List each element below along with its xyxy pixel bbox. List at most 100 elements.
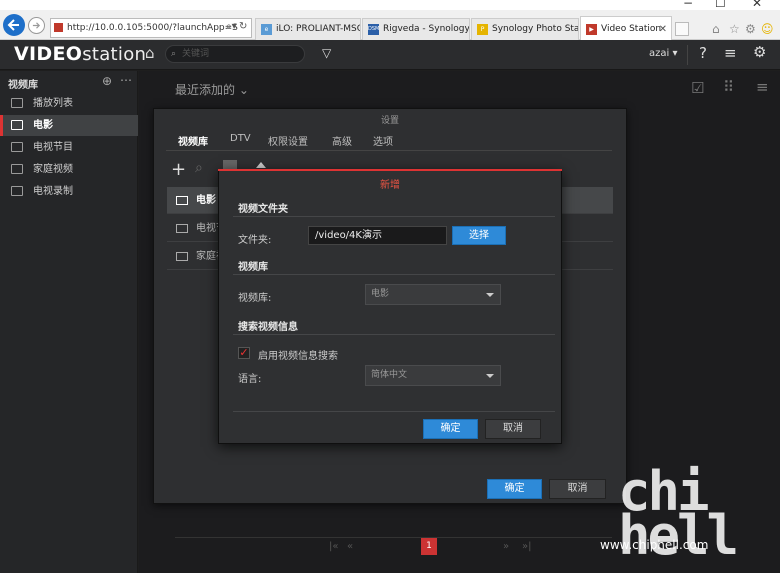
section-video-folder: 视频文件夹 xyxy=(238,204,288,215)
pagination xyxy=(175,537,612,557)
footer-divider xyxy=(233,411,555,412)
back-icon[interactable] xyxy=(3,14,25,36)
tab-label: Video Station xyxy=(601,24,662,34)
next-page-button[interactable]: » xyxy=(503,541,509,552)
tasks-icon[interactable]: ≡ xyxy=(724,44,737,62)
sidebar-item-movies[interactable]: 电影 xyxy=(0,115,138,136)
sidebar: 视频库 ⊕ ⋯ 播放列表 电影 电视节目 家庭视频 电视录制 xyxy=(0,71,138,573)
select-icon[interactable]: ☑ xyxy=(691,79,704,97)
search-placeholder: 关键词 xyxy=(182,49,210,59)
sidebar-item-playlist[interactable]: 播放列表 xyxy=(0,93,138,114)
tab-advanced[interactable]: 高级 xyxy=(332,133,352,148)
section-video-library: 视频库 xyxy=(238,262,268,273)
favorites-icon[interactable]: ☆ xyxy=(729,22,740,36)
settings-gear-icon[interactable]: ⚙ xyxy=(745,22,756,36)
library-label: 视频库: xyxy=(238,293,272,304)
camera-icon xyxy=(11,164,23,174)
smiley-icon[interactable]: ☺ xyxy=(761,22,774,36)
settings-icon[interactable]: ⚙ xyxy=(753,43,766,61)
search-dropdown-icon[interactable]: ⌕▾ xyxy=(226,21,237,32)
tab-options[interactable]: 选项 xyxy=(373,133,393,148)
tab-label: Synology Photo Stati... xyxy=(492,24,579,34)
tab-label: Rigveda - Synology ... xyxy=(383,24,470,34)
language-label: 语言: xyxy=(238,374,262,385)
search-icon: ⌕ xyxy=(171,49,177,59)
sidebar-item-home-videos[interactable]: 家庭视频 xyxy=(0,159,138,180)
sidebar-item-tvshows[interactable]: 电视节目 xyxy=(0,137,138,158)
dialog-accent-bar xyxy=(218,169,562,171)
dsm-favicon-icon: DSM xyxy=(368,24,379,35)
settings-cancel-button[interactable]: 取消 xyxy=(549,479,606,499)
browser-toolbar: http://10.0.0.105:5000/?launchApp=S ⌕▾ ↻… xyxy=(0,10,780,40)
section-search-info: 搜索视频信息 xyxy=(238,322,298,333)
library-select-value: 电影 xyxy=(371,289,390,299)
home-icon[interactable]: ⌂ xyxy=(712,22,720,36)
address-bar[interactable]: http://10.0.0.105:5000/?launchApp=S xyxy=(50,18,252,38)
first-page-button[interactable]: |« xyxy=(329,541,339,552)
close-tab-icon[interactable]: ✕ xyxy=(659,17,667,40)
sidebar-item-label: 电影 xyxy=(33,120,53,131)
choose-folder-button[interactable]: 选择 xyxy=(452,226,506,245)
recent-dropdown[interactable]: 最近添加的 ⌄ xyxy=(175,81,249,98)
minimize-button[interactable]: − xyxy=(683,0,693,10)
grid-view-icon[interactable]: ⠿ xyxy=(723,78,734,96)
tab-video-library[interactable]: 视频库 xyxy=(178,133,208,148)
sidebar-item-label: 家庭视频 xyxy=(33,164,73,175)
forward-icon[interactable] xyxy=(28,17,45,34)
move-up-icon[interactable] xyxy=(256,162,266,168)
filter-icon[interactable]: ▽ xyxy=(322,46,331,60)
ie-favicon-icon: e xyxy=(261,24,272,35)
camera-icon xyxy=(176,252,188,261)
tab-dtv[interactable]: DTV xyxy=(230,133,251,144)
prev-page-button[interactable]: « xyxy=(347,541,353,552)
folder-field[interactable]: /video/4K演示 xyxy=(308,226,447,245)
video-favicon-icon: ▶ xyxy=(586,24,597,35)
library-select[interactable]: 电影 xyxy=(365,284,501,305)
app-logo: VIDEOstation xyxy=(14,43,146,65)
playlist-icon xyxy=(11,98,23,108)
user-menu[interactable]: azai ▾ xyxy=(649,48,677,59)
search-input[interactable]: ⌕ 关键词 xyxy=(165,45,305,63)
tv-icon xyxy=(11,142,23,152)
last-page-button[interactable]: »| xyxy=(522,541,532,552)
tab-photo-station[interactable]: P Synology Photo Stati... xyxy=(471,18,579,40)
language-select[interactable]: 简体中文 xyxy=(365,365,501,386)
dialog-ok-button[interactable]: 确定 xyxy=(423,419,478,439)
address-text: http://10.0.0.105:5000/?launchApp=S xyxy=(67,23,238,33)
refresh-icon[interactable]: ↻ xyxy=(239,21,247,32)
sidebar-item-label: 播放列表 xyxy=(33,98,73,109)
language-select-value: 简体中文 xyxy=(371,370,408,380)
search-library-icon[interactable]: ⌕ xyxy=(195,160,203,176)
enable-search-checkbox[interactable]: ✓ xyxy=(238,347,250,359)
dialog-cancel-button[interactable]: 取消 xyxy=(485,419,541,439)
settings-ok-button[interactable]: 确定 xyxy=(487,479,542,499)
sidebar-item-label: 电视录制 xyxy=(33,186,73,197)
help-icon[interactable]: ? xyxy=(699,44,707,62)
tab-divider xyxy=(166,150,612,151)
movie-icon xyxy=(11,120,23,130)
chevron-down-icon xyxy=(486,374,494,378)
sort-icon[interactable]: ≡ xyxy=(756,78,769,96)
sidebar-item-tv-recording[interactable]: 电视录制 xyxy=(0,181,138,202)
section-divider xyxy=(233,334,555,335)
more-icon[interactable]: ⋯ xyxy=(120,73,132,87)
movie-icon xyxy=(176,196,188,205)
close-window-button[interactable]: ✕ xyxy=(752,0,762,10)
folder-label: 文件夹: xyxy=(238,235,272,246)
tab-video-station[interactable]: ▶ Video Station ✕ xyxy=(580,16,672,40)
recording-icon xyxy=(11,186,23,196)
logo-rest: station xyxy=(82,44,147,65)
add-library-icon[interactable]: ⊕ xyxy=(102,74,112,88)
sidebar-header: 视频库 xyxy=(8,80,38,91)
tab-permissions[interactable]: 权限设置 xyxy=(268,133,308,148)
maximize-button[interactable]: ☐ xyxy=(715,0,726,10)
home-icon[interactable]: ⌂ xyxy=(145,44,155,62)
watermark-url: www.chiphell.com xyxy=(600,538,709,552)
new-tab-button[interactable] xyxy=(675,22,689,36)
screen: − ☐ ✕ http://10.0.0.105:5000/?launchApp=… xyxy=(0,0,780,573)
tab-ilo[interactable]: e iLO: PROLIANT-MSG... xyxy=(255,18,361,40)
window-titlebar: − ☐ ✕ xyxy=(0,0,780,10)
add-icon[interactable]: + xyxy=(171,159,186,180)
tab-rigveda[interactable]: DSM Rigveda - Synology ... xyxy=(362,18,470,40)
current-page[interactable]: 1 xyxy=(421,538,437,555)
